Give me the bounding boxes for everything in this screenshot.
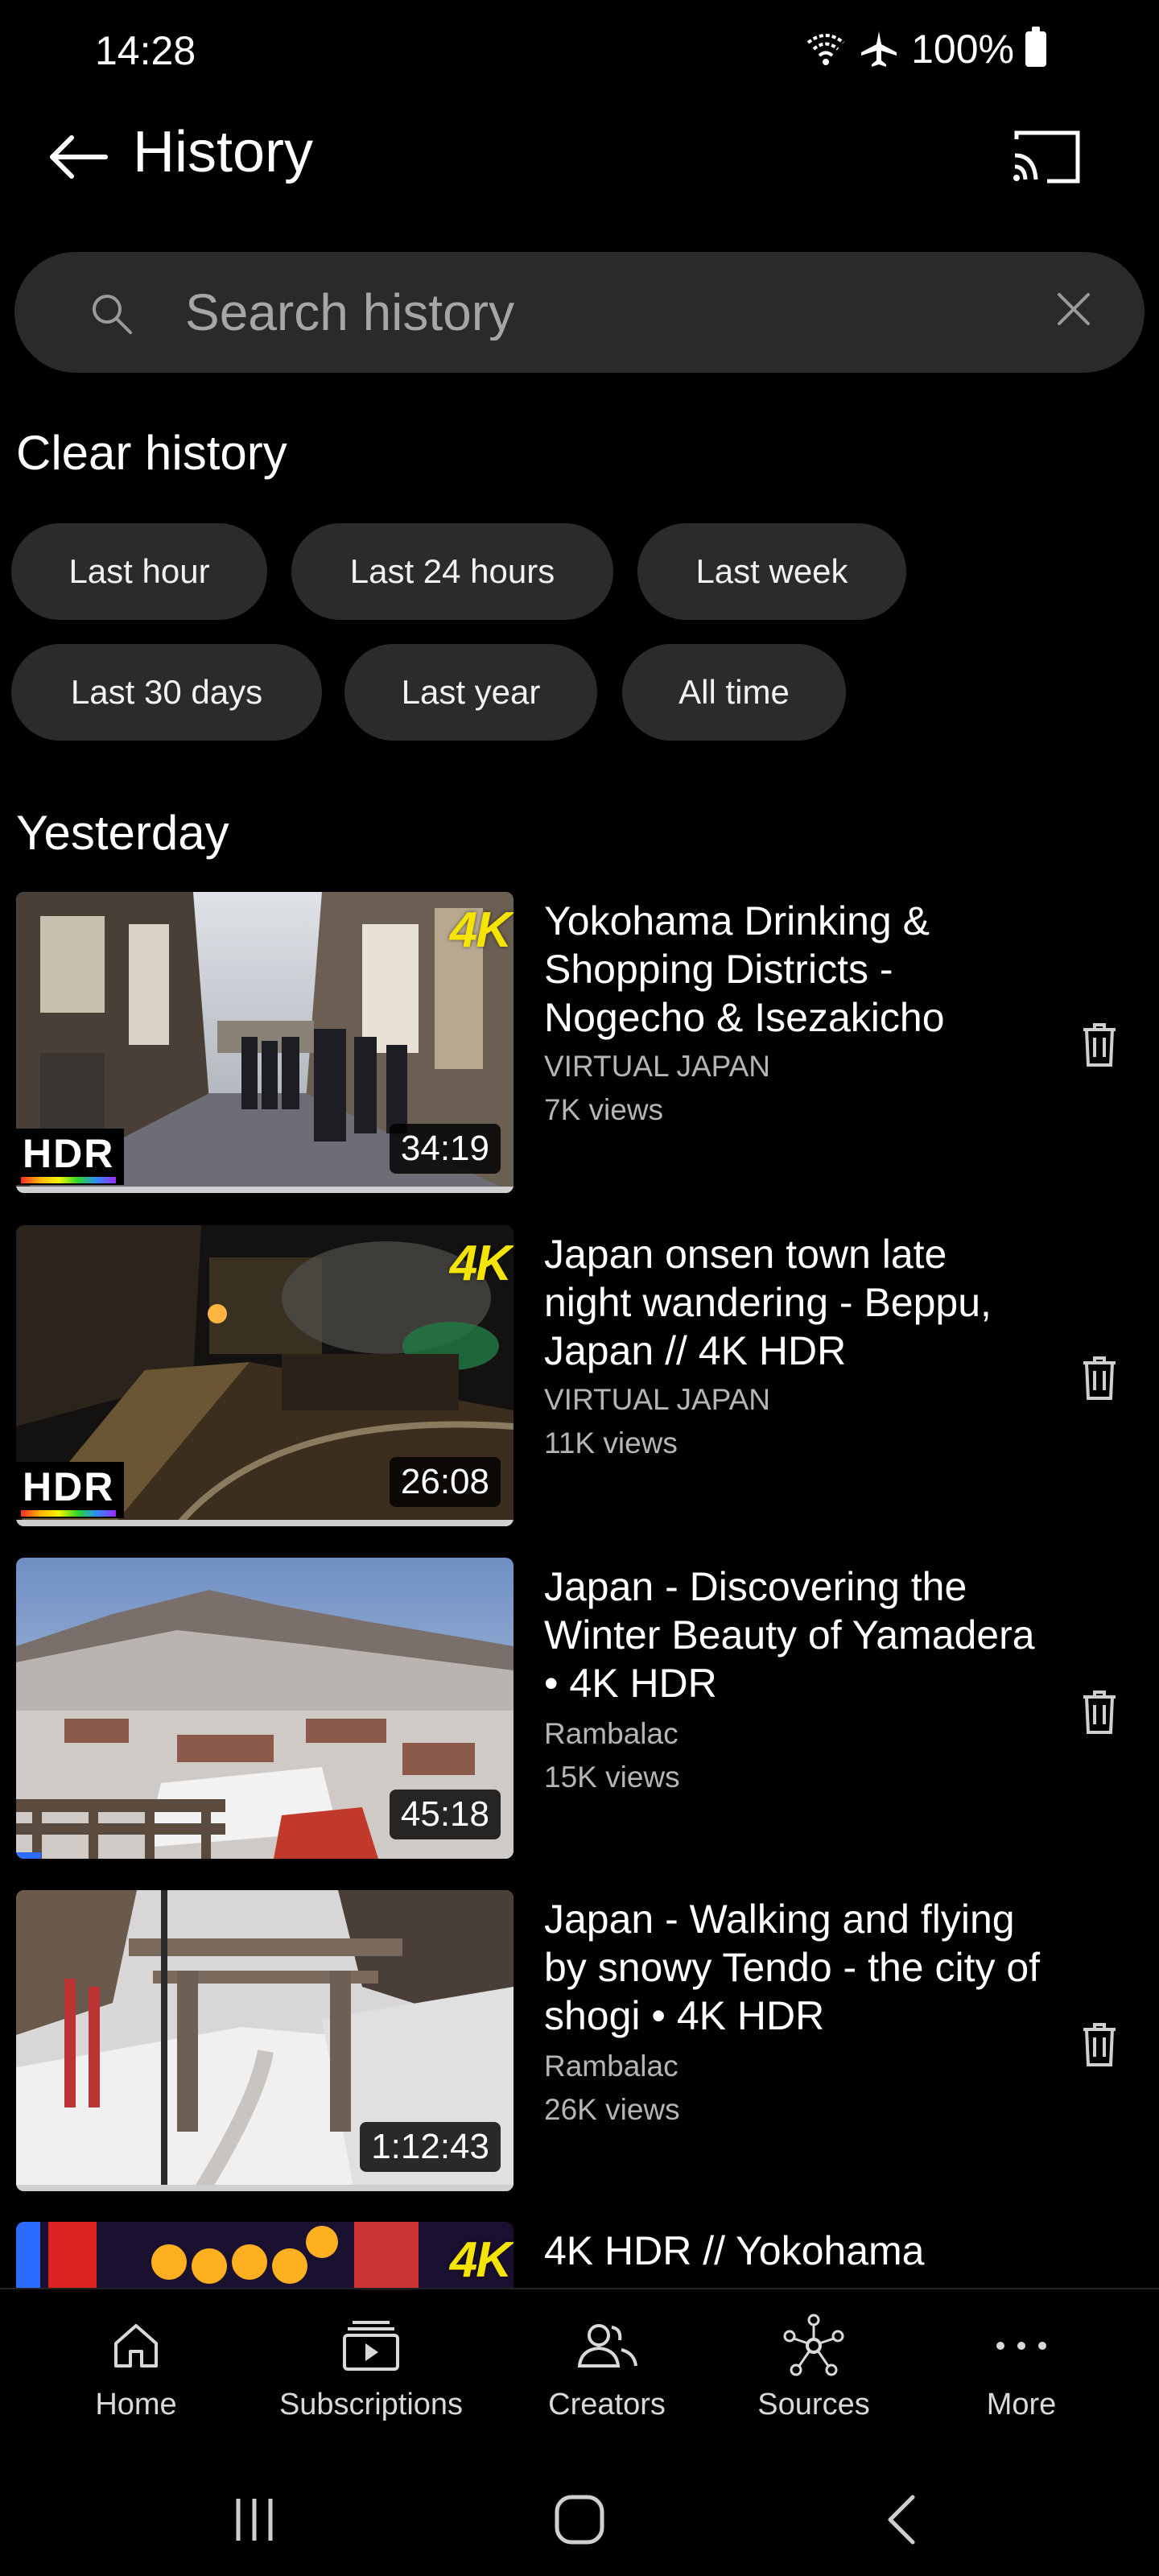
- creators-icon: [577, 2324, 637, 2368]
- page-title: History: [133, 120, 314, 184]
- chip-last-24-hours[interactable]: Last 24 hours: [291, 523, 613, 620]
- 4k-badge: 4K: [449, 2232, 512, 2288]
- search-bar: [14, 252, 1145, 373]
- sources-icon: [783, 2314, 844, 2376]
- home-system-button[interactable]: [531, 2479, 628, 2560]
- video-title[interactable]: Yokohama Drinking & Shopping Districts -…: [544, 897, 1043, 1042]
- watch-progress: [16, 1187, 514, 1193]
- chip-last-30-days[interactable]: Last 30 days: [11, 644, 322, 741]
- video-views: 26K views: [544, 2093, 680, 2126]
- status-icons: 100%: [805, 26, 1046, 72]
- video-views: 15K views: [544, 1761, 680, 1794]
- bottom-navigation: Home Subscriptions Creators Sources More: [0, 2288, 1159, 2446]
- trash-icon: [1083, 1023, 1116, 1067]
- delete-button[interactable]: [1072, 1680, 1127, 1744]
- list-item[interactable]: 45:18 Japan - Discovering the Winter Bea…: [0, 1558, 1159, 1860]
- arrow-left-icon: [50, 135, 108, 179]
- airplane-icon: [861, 31, 897, 67]
- list-item[interactable]: 4K 4K HDR // Yokohama: [0, 2222, 1159, 2288]
- 4k-badge: 4K: [449, 1236, 512, 1291]
- system-navigation-bar: [0, 2447, 1159, 2576]
- subscriptions-icon: [343, 2321, 399, 2371]
- nav-more[interactable]: More: [901, 2314, 1142, 2422]
- wifi-icon: [806, 34, 845, 65]
- trash-icon: [1083, 1690, 1116, 1734]
- search-icon: [93, 295, 132, 334]
- video-title[interactable]: 4K HDR // Yokohama: [544, 2227, 1043, 2275]
- trash-icon: [1083, 2023, 1116, 2066]
- recent-apps-button[interactable]: [206, 2479, 303, 2560]
- cast-button[interactable]: [1006, 121, 1087, 193]
- video-title[interactable]: Japan - Discovering the Winter Beauty of…: [544, 1563, 1043, 1707]
- section-yesterday-title: Yesterday: [16, 806, 229, 860]
- video-views: 11K views: [544, 1426, 678, 1459]
- nav-home-label: Home: [95, 2388, 177, 2421]
- nav-subscriptions-label: Subscriptions: [278, 2388, 464, 2421]
- video-thumbnail[interactable]: 45:18: [16, 1558, 514, 1859]
- chip-all-time[interactable]: All time: [622, 644, 846, 741]
- watch-progress: [16, 2185, 514, 2191]
- video-channel: VIRTUAL JAPAN: [544, 1383, 771, 1416]
- list-item[interactable]: 1:12:43 Japan - Walking and flying by sn…: [0, 1890, 1159, 2193]
- trash-icon: [1083, 1356, 1116, 1400]
- nav-home[interactable]: Home: [15, 2314, 257, 2422]
- delete-button[interactable]: [1072, 1346, 1127, 1410]
- video-duration: 45:18: [389, 1790, 501, 1839]
- video-title[interactable]: Japan onsen town late night wandering - …: [544, 1230, 1043, 1375]
- video-duration: 26:08: [389, 1457, 501, 1507]
- video-duration: 1:12:43: [360, 2122, 501, 2172]
- nav-sources[interactable]: Sources: [693, 2314, 934, 2422]
- list-item[interactable]: 4K HDR 34:19 Yokohama Drinking & Shoppin…: [0, 892, 1159, 1195]
- watch-progress: [16, 1520, 514, 1526]
- recent-apps-icon: [236, 2499, 273, 2541]
- delete-button[interactable]: [1072, 1013, 1127, 1077]
- nav-sources-label: Sources: [757, 2388, 870, 2421]
- list-item[interactable]: 4K HDR 26:08 Japan onsen town late night…: [0, 1225, 1159, 1528]
- chip-last-year[interactable]: Last year: [344, 644, 597, 741]
- video-thumbnail[interactable]: 1:12:43: [16, 1890, 514, 2191]
- hdr-badge: HDR: [16, 1462, 125, 1518]
- delete-button[interactable]: [1072, 2013, 1127, 2077]
- more-icon: [996, 2342, 1046, 2350]
- 4k-badge: 4K: [449, 902, 512, 958]
- chip-last-hour[interactable]: Last hour: [11, 523, 267, 620]
- video-views: 7K views: [544, 1093, 664, 1126]
- thumbnail-image: [16, 2222, 514, 2288]
- nav-creators-label: Creators: [548, 2388, 666, 2421]
- video-thumbnail[interactable]: 4K: [16, 2222, 514, 2288]
- chevron-left-icon: [888, 2495, 915, 2545]
- clear-history-title: Clear history: [16, 426, 287, 480]
- nav-subscriptions[interactable]: Subscriptions: [250, 2314, 492, 2422]
- status-time: 14:28: [95, 28, 196, 73]
- chip-last-week[interactable]: Last week: [637, 523, 906, 620]
- watch-progress: [16, 1852, 514, 1859]
- battery-icon: [1025, 27, 1046, 67]
- cast-icon: [1013, 130, 1080, 184]
- battery-percent: 100%: [911, 27, 1014, 72]
- home-icon: [114, 2324, 158, 2368]
- back-button[interactable]: [42, 121, 114, 193]
- nav-creators[interactable]: Creators: [486, 2314, 728, 2422]
- back-system-button[interactable]: [853, 2479, 950, 2560]
- video-channel: VIRTUAL JAPAN: [544, 1050, 771, 1083]
- home-circle-icon: [555, 2495, 604, 2545]
- video-channel: Rambalac: [544, 1717, 678, 1750]
- hdr-badge: HDR: [16, 1129, 125, 1185]
- video-channel: Rambalac: [544, 2050, 678, 2083]
- video-duration: 34:19: [389, 1124, 501, 1174]
- close-icon: [1058, 293, 1090, 325]
- video-thumbnail[interactable]: 4K HDR 34:19: [16, 892, 514, 1193]
- status-bar: 14:28 100%: [0, 0, 1159, 105]
- video-thumbnail[interactable]: 4K HDR 26:08: [16, 1225, 514, 1526]
- app-bar: History: [0, 105, 1159, 201]
- nav-more-label: More: [986, 2388, 1057, 2421]
- clear-search-button[interactable]: [1049, 284, 1099, 334]
- video-title[interactable]: Japan - Walking and flying by snowy Tend…: [544, 1895, 1043, 2040]
- search-input[interactable]: [185, 284, 990, 341]
